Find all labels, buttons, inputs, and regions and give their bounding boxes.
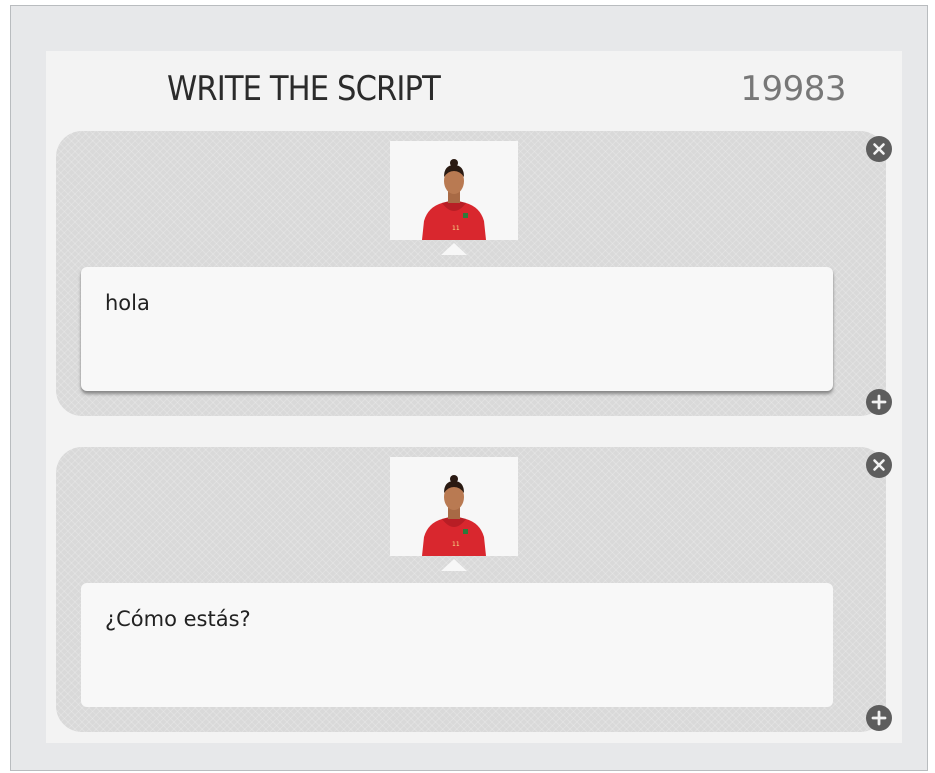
dialogue-text[interactable]: ¿Cómo estás? <box>81 583 833 707</box>
close-icon <box>873 143 885 155</box>
plus-icon <box>871 710 887 726</box>
script-panel: WRITE THE SCRIPT 19983 11 hola 11 ¿Cómo … <box>46 51 902 743</box>
dialogue-text[interactable]: hola <box>81 267 833 391</box>
soccer-player-icon: 11 <box>422 159 486 240</box>
score-counter: 19983 <box>740 69 846 109</box>
add-card-button[interactable] <box>866 389 892 415</box>
avatar[interactable]: 11 <box>390 457 518 556</box>
remove-card-button[interactable] <box>866 452 892 478</box>
plus-icon <box>871 394 887 410</box>
svg-text:11: 11 <box>452 225 460 232</box>
soccer-player-icon: 11 <box>422 475 486 556</box>
dialogue-card: 11 ¿Cómo estás? <box>56 447 892 732</box>
page-title: WRITE THE SCRIPT <box>167 69 441 109</box>
game-window: WRITE THE SCRIPT 19983 11 hola 11 ¿Cómo … <box>10 5 928 771</box>
svg-text:11: 11 <box>452 541 460 548</box>
avatar[interactable]: 11 <box>390 141 518 240</box>
remove-card-button[interactable] <box>866 136 892 162</box>
dialogue-card: 11 hola <box>56 131 892 416</box>
header: WRITE THE SCRIPT 19983 <box>46 51 902 126</box>
speech-pointer <box>441 559 467 571</box>
close-icon <box>873 459 885 471</box>
speech-pointer <box>441 243 467 255</box>
add-card-button[interactable] <box>866 705 892 731</box>
